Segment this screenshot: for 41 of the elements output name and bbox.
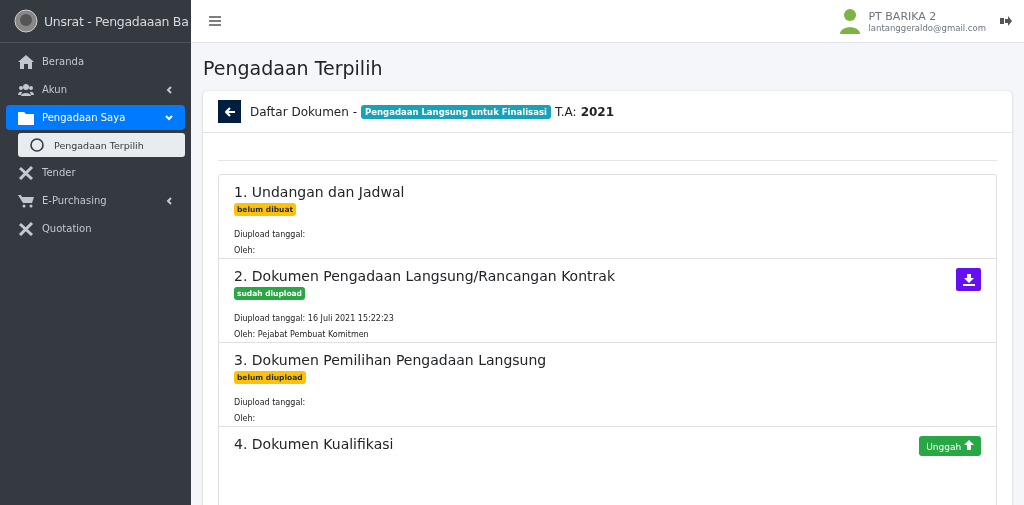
document-title: 2. Dokumen Pengadaan Langsung/Rancangan Kontrak [234,268,615,284]
tools-icon [18,165,34,180]
sidebar-item[interactable]: Quotation [6,216,185,241]
folder-icon [18,110,34,125]
back-button[interactable] [218,100,241,123]
page-title: Pengadaan Terpilih [203,57,384,79]
upload-icon [964,440,974,450]
brand-title[interactable]: Unsrat - Pengadaaan Ba [44,13,189,29]
upload-date: Diupload tanggal: [234,230,306,239]
cart-icon [18,193,34,208]
sidebar-subitem[interactable]: Pengadaan Terpilih [18,133,185,157]
year-label: T.A: [554,104,577,119]
sidebar-item[interactable]: Tender [6,160,185,185]
uploader: Oleh: [234,414,256,423]
uploader: Oleh: Pejabat Pembuat Komitmen [234,330,369,339]
card-heading: Daftar Dokumen - [250,104,357,119]
sidebar-item[interactable]: Beranda [6,49,185,74]
sidebar-item[interactable]: Akun [6,77,185,102]
download-button[interactable] [956,268,981,291]
document-title: 1. Undangan dan Jadwal [234,184,405,200]
users-icon [18,82,34,97]
uploader: Oleh: [234,246,256,255]
sidebar-item[interactable]: Pengadaan Saya [6,105,185,130]
logout-icon[interactable] [1000,16,1012,26]
download-icon [962,273,975,286]
upload-date: Diupload tanggal: [234,398,306,407]
document-title: 3. Dokumen Pemilihan Pengadaan Langsung [234,352,547,368]
emblem-icon [14,9,38,33]
upload-date: Diupload tanggal: 16 Juli 2021 15:22:23 [234,314,394,323]
circle-icon [30,138,44,152]
year-value: 2021 [580,104,615,119]
home-icon [18,54,34,69]
user-name: PT BARIKA 2 [868,9,938,23]
arrow-left-icon [224,106,235,117]
document-title: 4. Dokumen Kualifikasi [234,436,394,452]
category-badge: Pengadaan Langsung untuk Finalisasi [361,104,551,119]
sidebar-item[interactable]: E-Purchasing [6,188,185,213]
menu-icon[interactable] [209,16,221,26]
user-icon [840,8,861,34]
tools-icon [18,221,34,236]
user-email: lantanggeraldo@gmail.com [868,22,986,33]
